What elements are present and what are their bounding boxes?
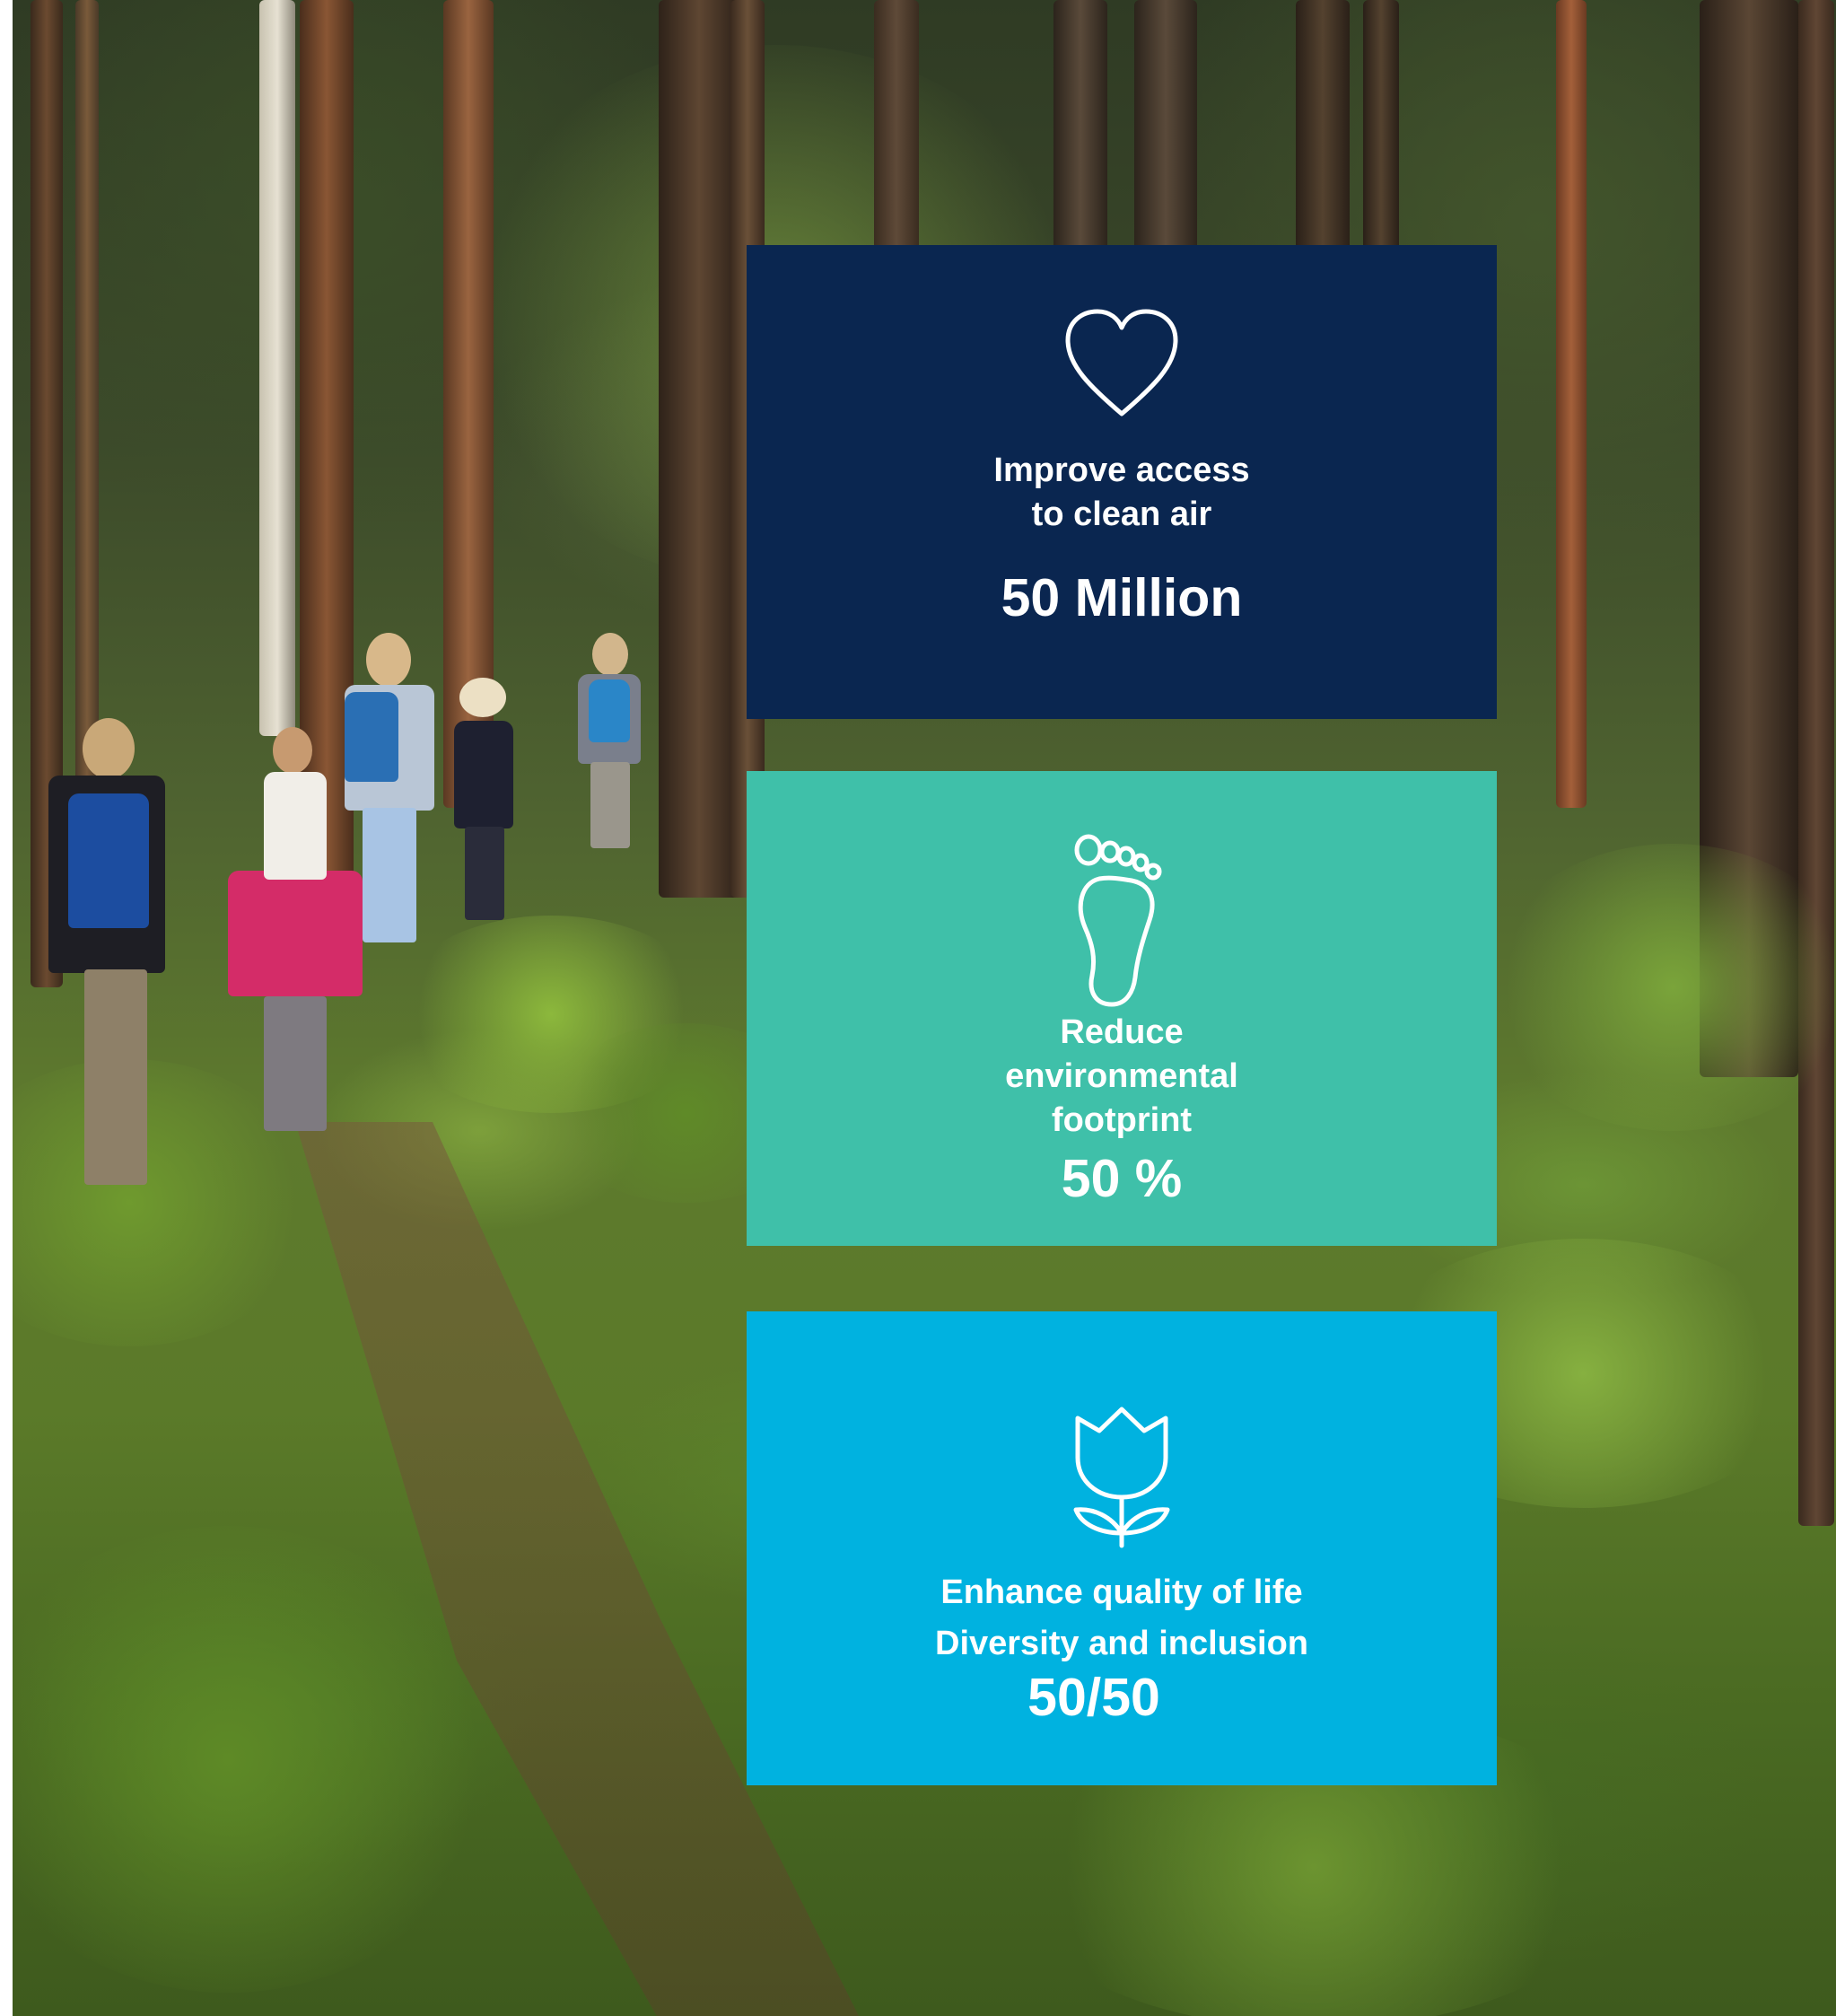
quality-of-life-card: Enhance quality of life Diversity and in… (747, 1311, 1497, 1785)
label-line: Diversity and inclusion (935, 1625, 1308, 1662)
tulip-icon (1072, 1406, 1171, 1549)
card-label: Enhance quality of life Diversity and in… (747, 1567, 1497, 1670)
hiker-adult-far (569, 633, 650, 848)
footprint-icon (1072, 834, 1171, 1009)
label-line: footprint (1051, 1101, 1193, 1139)
footprint-card: Reduce environmental footprint 50 % (747, 771, 1497, 1246)
hiker-child-hat (443, 678, 524, 920)
label-line: Reduce (1060, 1013, 1184, 1051)
label-line: to clean air (1031, 495, 1212, 533)
card-value: 50 % (1061, 1149, 1183, 1208)
label-line: Improve access (993, 451, 1250, 489)
card-value: 50/50 (1027, 1668, 1160, 1727)
heart-icon (1063, 308, 1180, 420)
label-line: environmental (1005, 1057, 1238, 1095)
hiker-adult-backpack (336, 633, 443, 942)
card-label: Improve access to clean air (747, 449, 1497, 537)
clean-air-card: Improve access to clean air 50 Million (747, 245, 1497, 719)
hiker-adult-front (31, 718, 183, 1185)
hiker-child-white (255, 727, 336, 925)
card-label: Reduce environmental footprint (747, 1011, 1497, 1143)
label-line: Enhance quality of life (940, 1573, 1303, 1611)
card-value: 50 Million (1001, 568, 1243, 627)
